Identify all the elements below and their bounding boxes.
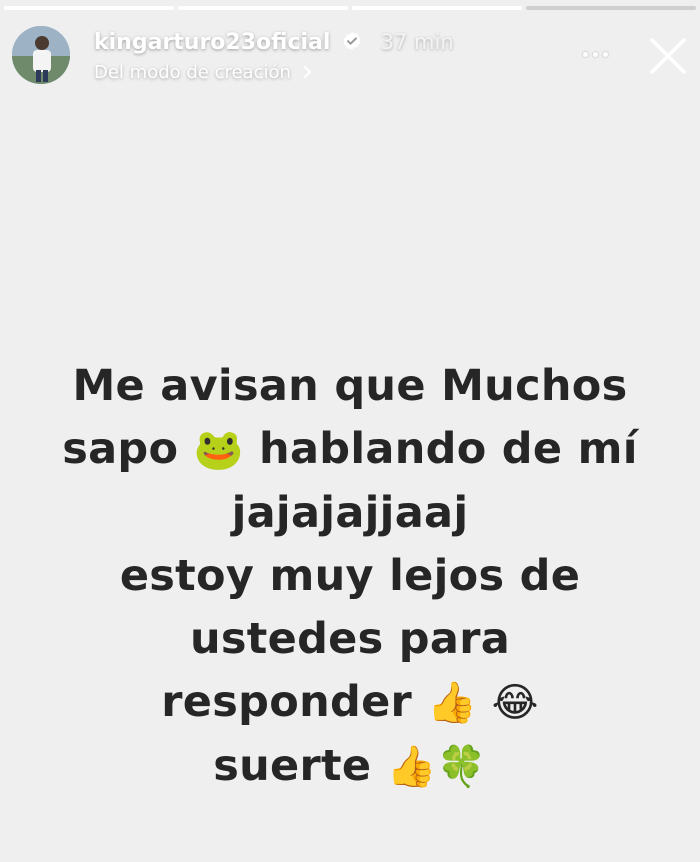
post-time: 37 min [380, 30, 454, 54]
avatar-image [12, 26, 70, 84]
message-text: hablando de mí [259, 424, 638, 474]
progress-segment [4, 6, 174, 10]
story-progress-bar [0, 6, 700, 10]
user-info: kingarturo23oficial 37 min [94, 30, 454, 55]
progress-segment [352, 6, 522, 10]
message-text: responder [161, 677, 413, 727]
close-icon [650, 38, 686, 74]
message-line: suerte 👍🍀 [0, 735, 700, 799]
message-line: responder 👍 😂 [0, 671, 700, 735]
message-line: estoy muy lejos de [119, 551, 581, 601]
creation-mode-link[interactable]: Del modo de creación [94, 62, 312, 83]
thumbs-up-laughing-emoji-icon: 👍 😂 [427, 680, 539, 726]
close-button[interactable] [648, 36, 688, 76]
message-line: Me avisan que Muchos [72, 361, 628, 411]
message-line: ustedes para [189, 614, 511, 664]
subtitle-label: Del modo de creación [94, 62, 291, 83]
frog-emoji-icon: 🐸 [193, 427, 244, 473]
thumbs-up-clover-emoji-icon: 👍🍀 [386, 744, 487, 790]
progress-segment [178, 6, 348, 10]
progress-segment-active [526, 6, 696, 10]
message-text: sapo [62, 424, 179, 474]
dot [602, 51, 608, 57]
message-line: jajajajjaaj [231, 488, 469, 538]
message-line: sapo 🐸 hablando de mí [0, 418, 700, 482]
story-header: kingarturo23oficial 37 min Del modo de c… [12, 26, 688, 86]
more-options-button[interactable] [576, 42, 614, 66]
verified-badge-icon [342, 31, 362, 55]
avatar[interactable] [12, 26, 70, 84]
chevron-right-icon [303, 62, 312, 83]
story-text: Me avisan que Muchos sapo 🐸 hablando de … [0, 355, 700, 799]
dot [592, 51, 598, 57]
username[interactable]: kingarturo23oficial [94, 30, 330, 55]
message-text: suerte [213, 741, 372, 791]
dot [582, 51, 588, 57]
